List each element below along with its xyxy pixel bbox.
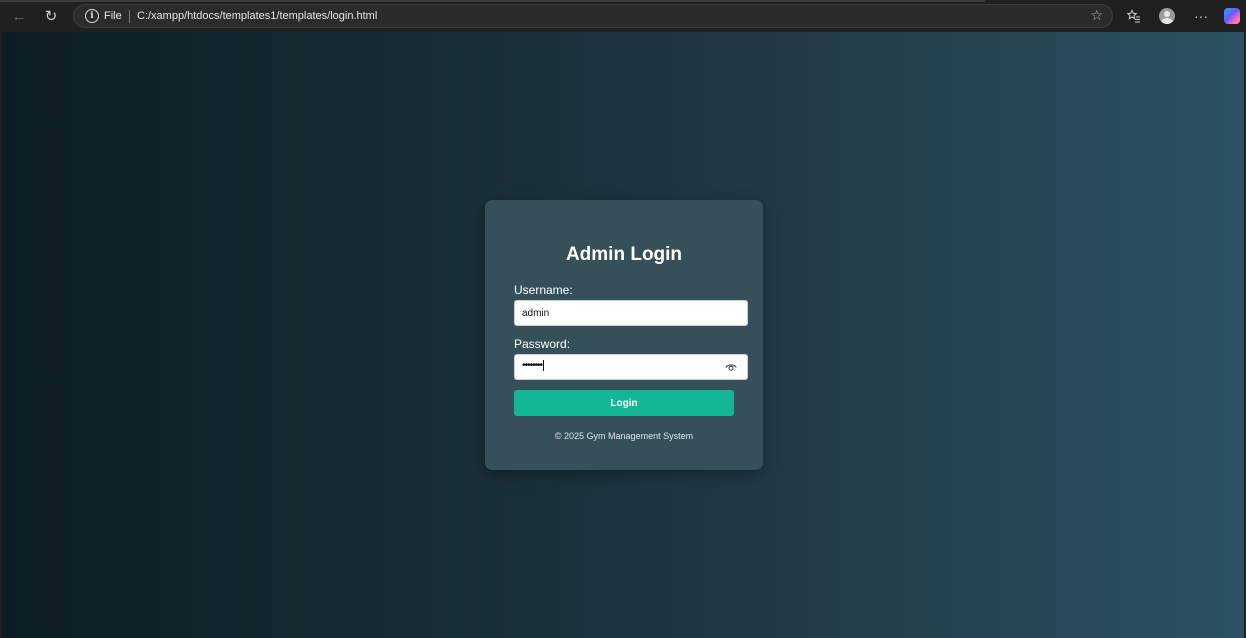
back-button[interactable]: ← [8,6,30,26]
favorite-star-icon[interactable]: ☆ [1090,7,1103,24]
copyright-footer: © 2025 Gym Management System [554,431,694,441]
avatar-icon [1159,8,1175,24]
info-icon[interactable]: i [85,9,99,23]
profile-button[interactable] [1157,6,1177,26]
favorites-button[interactable] [1124,6,1144,26]
tab-strip-line [0,0,985,2]
password-input[interactable]: •••••••• [514,354,748,380]
login-button[interactable]: Login [514,390,734,416]
reload-button[interactable]: ↻ [40,6,62,26]
back-arrow-icon: ← [11,7,27,25]
url-scheme: File [104,10,122,22]
copilot-button[interactable] [1222,6,1242,26]
username-value: admin [522,308,550,319]
address-bar[interactable]: i File C:/xampp/htdocs/templates1/templa… [73,4,1113,28]
login-card: Admin Login Username: admin Password: ••… [485,200,763,470]
password-label: Password: [514,337,571,351]
more-icon: ··· [1194,8,1208,24]
page-viewport: Admin Login Username: admin Password: ••… [2,32,1244,638]
username-label: Username: [514,283,573,297]
browser-toolbar: ← ↻ i File C:/xampp/htdocs/templates1/te… [0,0,1246,32]
login-title: Admin Login [565,244,683,265]
eye-icon[interactable] [725,363,737,372]
favorites-list-icon [1127,9,1140,23]
url-text[interactable]: C:/xampp/htdocs/templates1/templates/log… [137,10,377,22]
settings-menu-button[interactable]: ··· [1191,6,1211,26]
password-value: •••••••• [522,360,545,372]
reload-icon: ↻ [44,8,58,25]
copilot-icon [1224,8,1240,24]
username-input[interactable]: admin [514,300,748,326]
text-caret [543,360,545,371]
address-separator [129,10,130,23]
